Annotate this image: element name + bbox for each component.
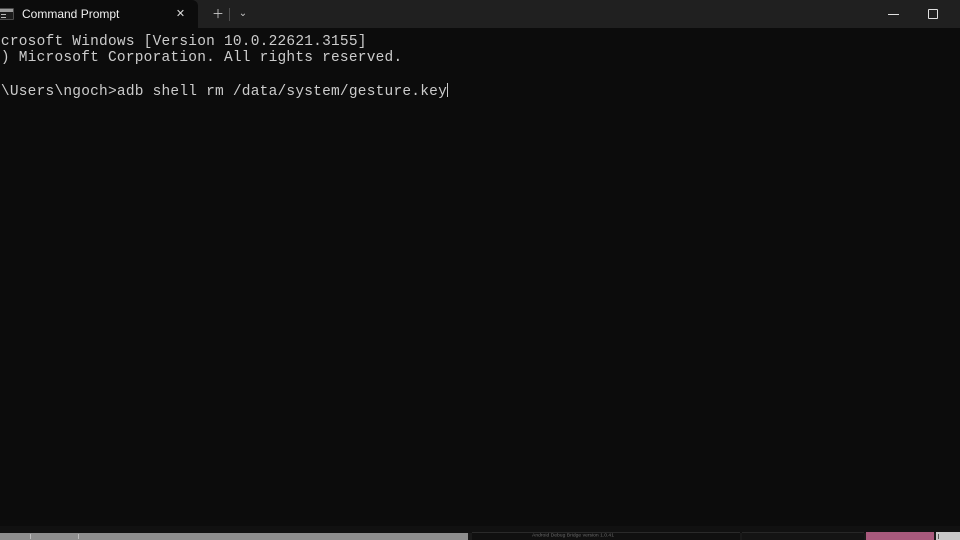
text-cursor [447,83,448,98]
tab-label: Command Prompt [22,7,120,21]
background-window-titlebar[interactable]: Android Debug Bridge version 1.0.41 [472,532,740,540]
terminal-prompt-line[interactable]: :\Users\ngoch>adb shell rm /data/system/… [0,83,960,100]
background-desktop-strip: Android Debug Bridge version 1.0.41 [0,526,960,540]
background-window-accent[interactable] [866,532,934,540]
tab-command-prompt[interactable]: Command Prompt [0,0,198,28]
taskbar-icon-3[interactable] [938,534,939,539]
terminal-line-copyright: c) Microsoft Corporation. All rights res… [0,50,403,67]
title-bar[interactable]: Command Prompt ✕ ＋ ⌄ [0,0,960,28]
maximize-button[interactable] [910,0,956,28]
background-window-title: Android Debug Bridge version 1.0.41 [532,532,614,539]
chevron-down-icon[interactable]: ⌄ [231,2,255,26]
new-tab-icon[interactable]: ＋ [206,2,230,26]
terminal-line-version: icrosoft Windows [Version 10.0.22621.315… [0,34,367,50]
background-window-secondary[interactable] [742,532,864,540]
taskbar-icon-2[interactable] [78,534,79,539]
maximize-icon [928,9,938,19]
minimize-icon [887,13,899,15]
terminal-window: Command Prompt ✕ ＋ ⌄ icrosoft Windows [V… [0,0,960,540]
terminal-lines: icrosoft Windows [Version 10.0.22621.315… [0,34,960,101]
taskbar-icon-1[interactable] [30,534,31,539]
terminal-command-text: :\Users\ngoch>adb shell rm /data/system/… [0,84,447,101]
background-window-right[interactable] [936,532,960,540]
console-icon [0,8,14,20]
close-tab-icon[interactable]: ✕ [172,6,189,23]
terminal-output-area[interactable]: icrosoft Windows [Version 10.0.22621.315… [0,28,960,526]
